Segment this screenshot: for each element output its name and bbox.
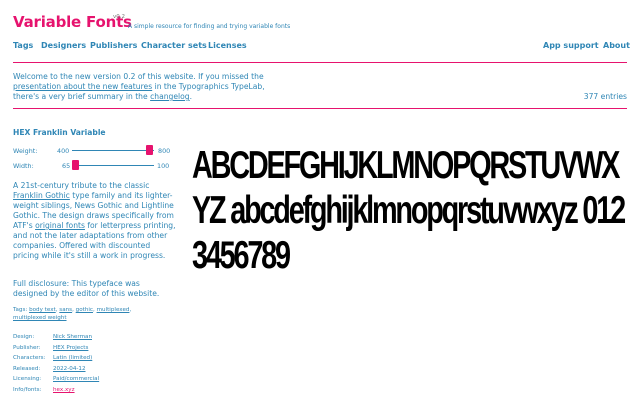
font-name[interactable]: HEX Franklin Variable bbox=[13, 128, 106, 137]
site-tagline: A simple resource for finding and trying… bbox=[128, 23, 291, 30]
intro-text-4: . bbox=[189, 92, 193, 101]
nav-designers[interactable]: Designers bbox=[41, 41, 86, 50]
divider-top bbox=[13, 62, 627, 63]
font-description: A 21st-century tribute to the classic Fr… bbox=[13, 181, 178, 261]
nav-app-support[interactable]: App support bbox=[543, 41, 599, 50]
tag-link[interactable]: body text bbox=[29, 307, 56, 313]
weight-max: 800 bbox=[158, 147, 171, 155]
tag-list: Tags: body text, sans, gothic, multiplex… bbox=[13, 307, 132, 321]
description-text-1: A 21st-century tribute to the classic bbox=[13, 181, 150, 190]
weight-label: Weight: bbox=[13, 147, 38, 155]
intro-text-1: Welcome to the new version 0.2 of this w… bbox=[13, 72, 264, 81]
meta-label-info: Info/fonts: bbox=[13, 387, 42, 393]
nav-publishers[interactable]: Publishers bbox=[90, 41, 137, 50]
presentation-link[interactable]: presentation about the new features bbox=[13, 82, 152, 91]
original-fonts-link[interactable]: original fonts bbox=[35, 221, 85, 230]
weight-min: 400 bbox=[57, 147, 70, 155]
nav-about[interactable]: About bbox=[603, 41, 630, 50]
meta-label-released: Released: bbox=[13, 366, 41, 372]
meta-value-info[interactable]: hex.xyz bbox=[53, 387, 75, 393]
weight-slider-thumb[interactable] bbox=[145, 145, 153, 155]
width-label: Width: bbox=[13, 162, 34, 170]
meta-value-licensing[interactable]: Paid/commercial bbox=[53, 376, 99, 382]
meta-value-design[interactable]: Nick Sherman bbox=[53, 334, 92, 340]
meta-value-released[interactable]: 2022-04-12 bbox=[53, 366, 86, 372]
meta-value-characters[interactable]: Latin (limited) bbox=[53, 355, 92, 361]
width-min: 65 bbox=[62, 162, 71, 170]
meta-label-licensing: Licensing: bbox=[13, 376, 42, 382]
tag-link[interactable]: multiplexed bbox=[97, 307, 130, 313]
meta-label-design: Design: bbox=[13, 334, 35, 340]
intro-text: Welcome to the new version 0.2 of this w… bbox=[13, 72, 283, 102]
tag-link[interactable]: gothic bbox=[76, 307, 93, 313]
nav-character-sets[interactable]: Character sets bbox=[141, 41, 207, 50]
meta-value-publisher[interactable]: HEX Projects bbox=[53, 345, 88, 351]
weight-slider-track[interactable] bbox=[72, 150, 154, 151]
intro-text-2: in the Typographics TypeLab, bbox=[152, 82, 265, 91]
changelog-link[interactable]: changelog bbox=[150, 92, 190, 101]
nav-licenses[interactable]: Licenses bbox=[208, 41, 247, 50]
tag-link[interactable]: sans bbox=[59, 307, 72, 313]
site-version: v0.2 bbox=[113, 14, 126, 20]
width-slider-thumb[interactable] bbox=[72, 160, 79, 170]
entry-count: 377 entries bbox=[583, 92, 627, 101]
intro-text-3: there's a very brief summary in the bbox=[13, 92, 151, 101]
font-specimen[interactable]: ABCDEFGHIJKLMNOPQRSTUVWXYZ abcdefghijklm… bbox=[192, 143, 632, 278]
width-slider-track[interactable] bbox=[72, 165, 154, 166]
tags-label: Tags: bbox=[13, 307, 28, 313]
divider-bottom bbox=[13, 108, 627, 109]
meta-label-characters: Characters: bbox=[13, 355, 46, 361]
width-max: 100 bbox=[157, 162, 170, 170]
disclosure-text: Full disclosure: This typeface was desig… bbox=[13, 279, 160, 298]
nav-tags[interactable]: Tags bbox=[13, 41, 33, 50]
franklin-gothic-link[interactable]: Franklin Gothic bbox=[13, 191, 70, 200]
tag-link[interactable]: multiplexed weight bbox=[13, 315, 67, 321]
meta-label-publisher: Publisher: bbox=[13, 345, 41, 351]
